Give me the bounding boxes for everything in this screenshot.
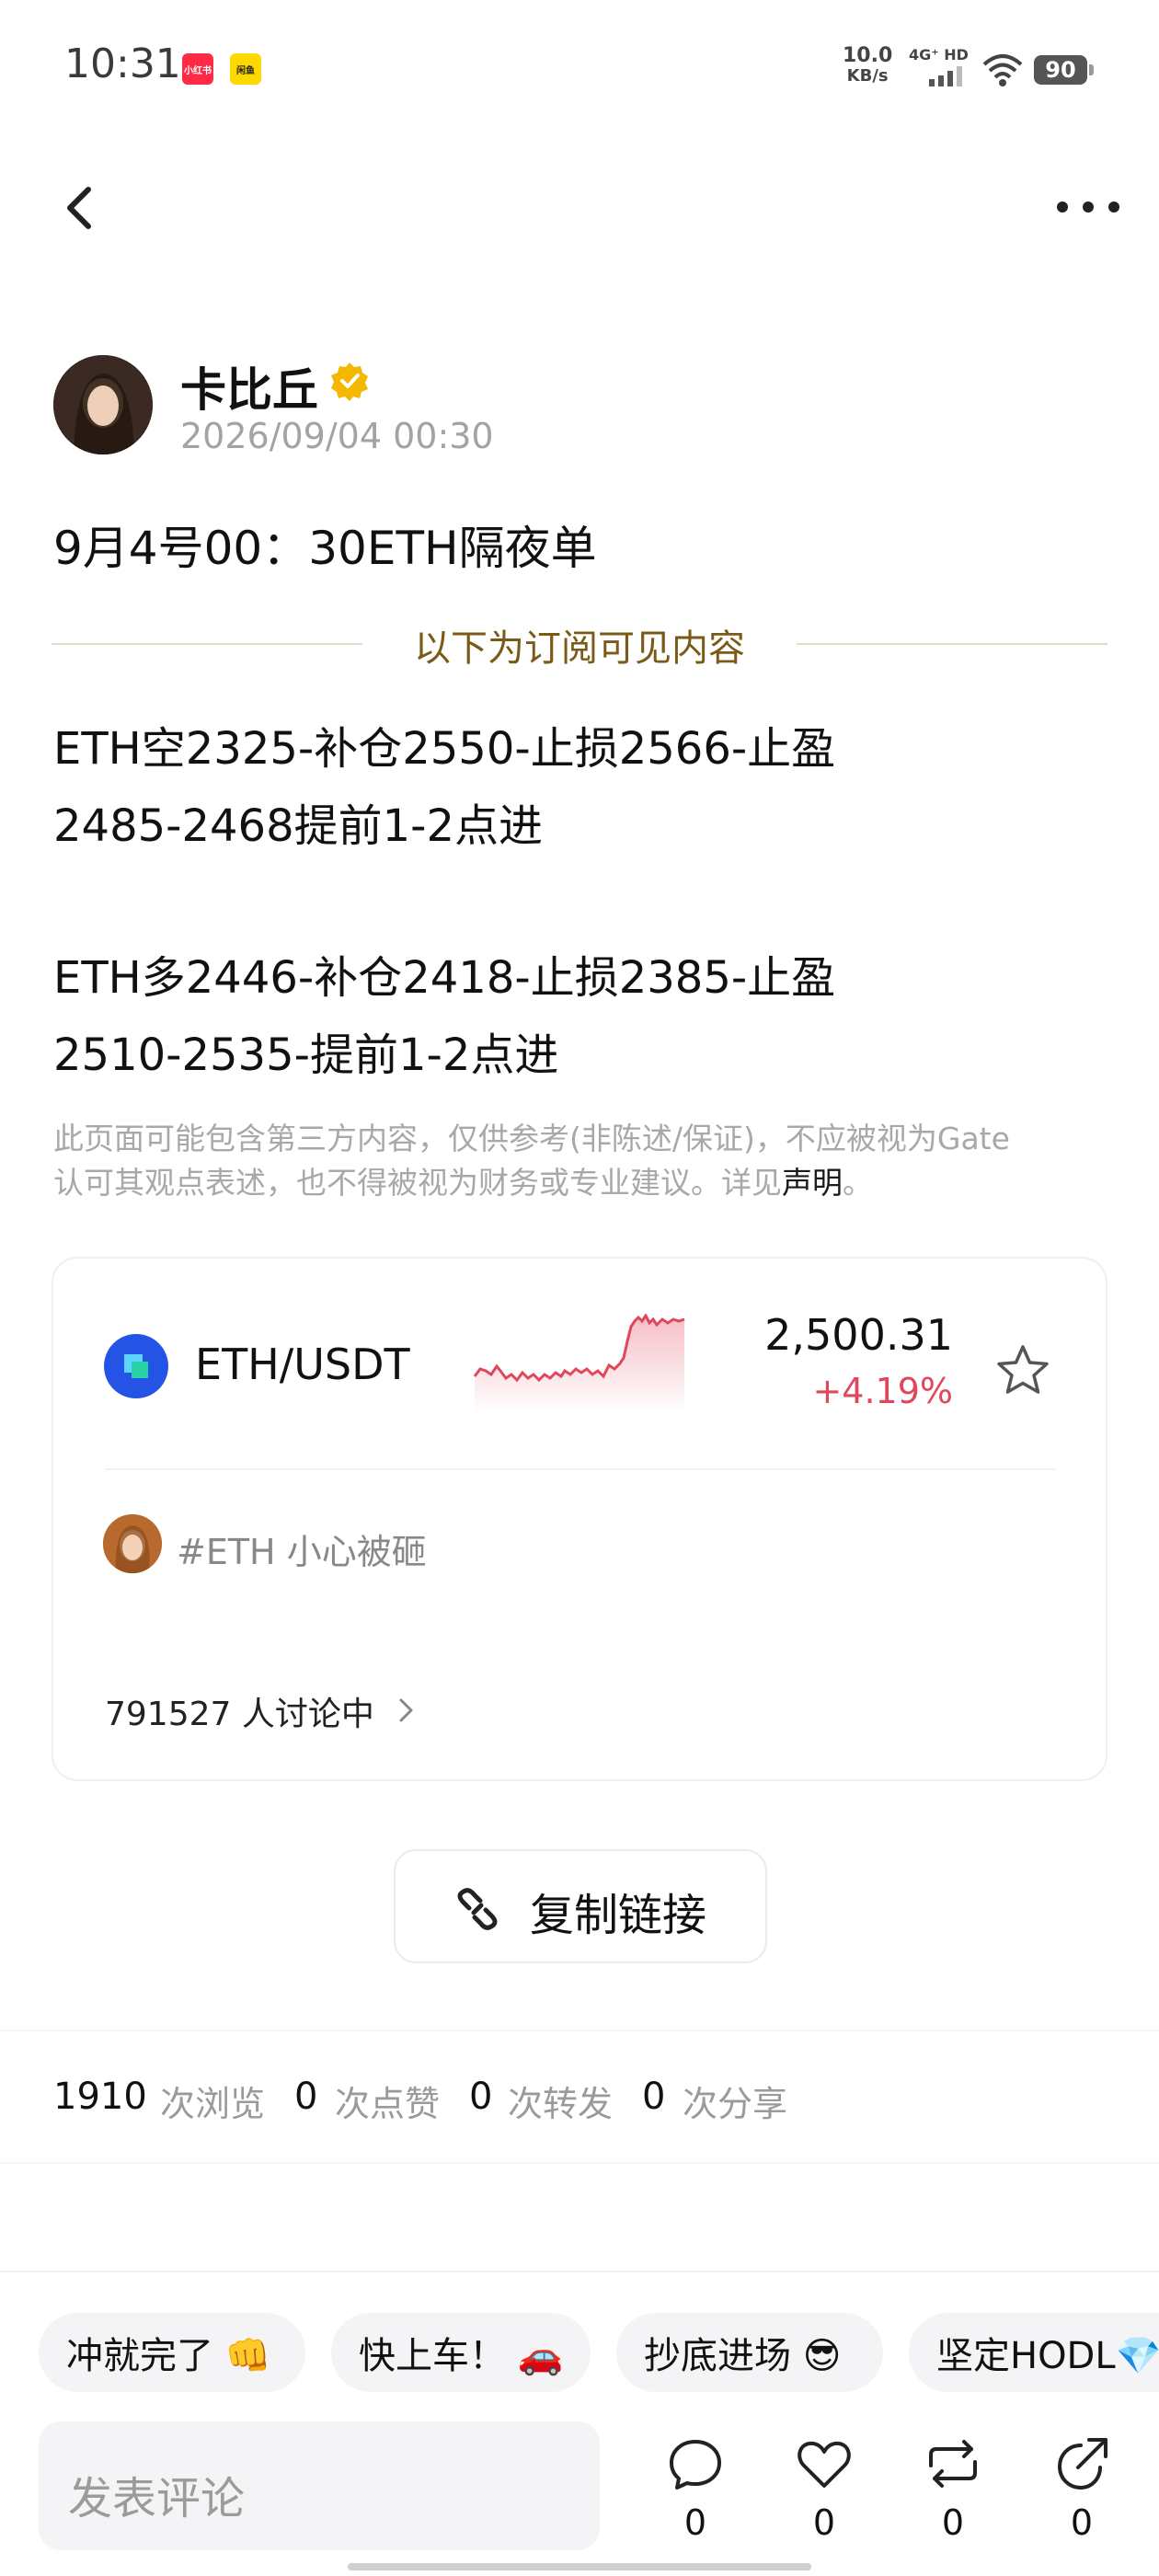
disclaimer-end: 。: [843, 1165, 873, 1201]
copy-link-label[interactable]: 复制链接: [530, 1879, 706, 1943]
card-divider: [105, 1468, 1056, 1470]
stat-reposts-label: 次转发: [508, 2084, 614, 2124]
chevron-right-icon[interactable]: [396, 1695, 418, 1726]
author-name[interactable]: 卡比丘: [180, 353, 318, 420]
disclaimer-line-2: 认可其观点表述，也不得被视为财务或专业建议。详见声明。: [53, 1161, 1111, 1205]
network-speed: 10.0 KB/s: [843, 46, 892, 86]
signal-icon: [929, 66, 962, 86]
stat-shares-value: 0: [642, 2076, 666, 2118]
xianyu-app-icon: 闲鱼: [230, 53, 261, 85]
battery-tip: [1089, 64, 1094, 75]
network-type: 4G⁺ HD: [909, 46, 969, 63]
topic-avatar: [103, 1514, 162, 1573]
stat-views-value: 1910: [53, 2076, 147, 2118]
disclaimer: 此页面可能包含第三方内容，仅供参考(非陈述/保证)，不应被视为Gate 认可其观…: [53, 1117, 1111, 1205]
more-button[interactable]: [1049, 184, 1128, 230]
post-line-3: ETH多2446-补仓2418-止损2385-止盈: [53, 952, 836, 1004]
share-icon[interactable]: [1052, 2434, 1111, 2493]
comment-placeholder[interactable]: 发表评论: [68, 2462, 245, 2526]
stat-likes-value: 0: [294, 2076, 318, 2118]
disclaimer-line-1: 此页面可能包含第三方内容，仅供参考(非陈述/保证)，不应被视为Gate: [53, 1121, 1010, 1156]
topic-tag[interactable]: #ETH 小心被砸: [177, 1524, 427, 1574]
disclaimer-text: 认可其观点表述，也不得被视为财务或专业建议。详见: [53, 1165, 782, 1201]
like-count: 0: [812, 2502, 836, 2543]
post-line-1: ETH空2325-补仓2550-止损2566-止盈: [53, 723, 836, 775]
discussion-count[interactable]: 791527 人讨论中: [105, 1687, 374, 1735]
author-avatar[interactable]: [53, 355, 153, 454]
comment-count: 0: [683, 2502, 707, 2543]
chevron-left-icon: [67, 187, 91, 229]
quick-reply-chip[interactable]: 快上车！ 🚗: [331, 2313, 591, 2392]
network-speed-unit: KB/s: [846, 66, 889, 86]
repost-icon[interactable]: [924, 2434, 982, 2493]
quick-reply-chip[interactable]: 坚定HODL💎: [909, 2313, 1159, 2392]
star-outline-icon[interactable]: [993, 1341, 1052, 1400]
network-speed-value: 10.0: [843, 44, 893, 67]
comment-icon[interactable]: [666, 2434, 725, 2493]
disclaimer-link[interactable]: 声明: [782, 1165, 843, 1201]
pair-change: +4.19%: [812, 1371, 953, 1411]
quick-reply-chip[interactable]: 抄底进场 😎: [616, 2313, 883, 2392]
xiaohongshu-app-icon: 小红书: [182, 53, 213, 85]
back-button[interactable]: [55, 175, 99, 241]
share-count: 0: [1070, 2502, 1094, 2543]
stat-reposts-value: 0: [469, 2076, 493, 2118]
post-date: 2026/09/04 00:30: [180, 416, 494, 456]
verified-badge-icon: [331, 362, 368, 401]
stat-views-label: 次浏览: [160, 2084, 266, 2124]
divider-right: [797, 643, 1107, 645]
stat-shares-label: 次分享: [683, 2084, 788, 2124]
home-indicator[interactable]: [348, 2563, 811, 2570]
post-line-2: 2485-2468提前1-2点进: [53, 800, 544, 852]
price-sparkline: [473, 1314, 685, 1413]
stats-divider-top: [0, 2030, 1159, 2031]
quick-reply-chip[interactable]: 冲就完了 👊: [39, 2313, 305, 2392]
stats-divider-bottom: [0, 2162, 1159, 2164]
bottom-bar-divider: [0, 2271, 1159, 2272]
trading-pair[interactable]: ETH/USDT: [195, 1340, 410, 1389]
battery-level: 90: [1034, 55, 1087, 85]
repost-count: 0: [941, 2502, 965, 2543]
post-line-4: 2510-2535-提前1-2点进: [53, 1029, 559, 1081]
stat-likes-label: 次点赞: [335, 2084, 441, 2124]
link-icon: [457, 1888, 498, 1930]
eth-coin-icon: [104, 1334, 168, 1398]
subscriber-content-label: 以下为订阅可见内容: [414, 627, 745, 670]
status-time: 10:31: [64, 40, 181, 87]
post-title: 9月4号00：30ETH隔夜单: [53, 522, 597, 575]
heart-icon[interactable]: [795, 2434, 854, 2493]
pair-price: 2,500.31: [764, 1310, 953, 1360]
wifi-icon: [982, 54, 1023, 86]
